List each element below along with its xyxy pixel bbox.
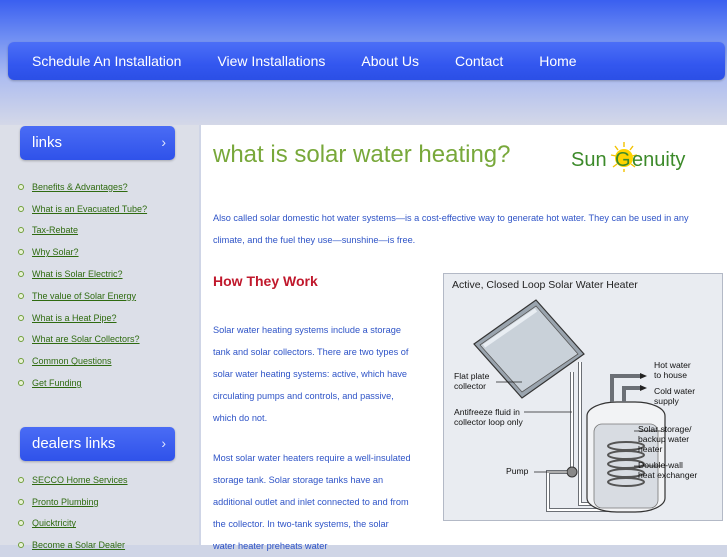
bullet-icon bbox=[18, 183, 24, 190]
logo-text-enuity: enuity bbox=[632, 149, 685, 171]
links-heading-label: links bbox=[32, 134, 63, 151]
sidebar-link-common-questions[interactable]: Common Questions bbox=[32, 356, 112, 366]
sidebar-link-heat-pipe[interactable]: What is a Heat Pipe? bbox=[32, 313, 117, 323]
how-it-works-paragraph-1: Solar water heating systems include a st… bbox=[213, 325, 409, 423]
list-item: What is a Heat Pipe? bbox=[18, 307, 147, 329]
bullet-icon bbox=[18, 542, 24, 549]
bullet-icon bbox=[18, 380, 24, 387]
chevron-right-icon: › bbox=[161, 435, 166, 451]
nav-about-us[interactable]: About Us bbox=[361, 53, 419, 69]
list-item: Get Funding bbox=[18, 372, 147, 394]
bullet-icon bbox=[18, 476, 24, 483]
sidebar-link-tax-rebate[interactable]: Tax-Rebate bbox=[32, 225, 78, 235]
bullet-icon bbox=[18, 249, 24, 256]
nav-view-installations[interactable]: View Installations bbox=[217, 53, 325, 69]
pump-icon bbox=[566, 466, 578, 478]
label-pump-text: Pump bbox=[506, 466, 529, 476]
sidebar-link-why-solar[interactable]: Why Solar? bbox=[32, 247, 79, 257]
list-item: Tax-Rebate bbox=[18, 220, 147, 242]
bullet-icon bbox=[18, 520, 24, 527]
bullet-icon bbox=[18, 336, 24, 343]
dealer-link-become-dealer[interactable]: Become a Solar Dealer bbox=[32, 540, 125, 550]
solar-heater-diagram: Active, Closed Loop Solar Water Heater F… bbox=[443, 273, 723, 521]
main-nav: Schedule An Installation View Installati… bbox=[8, 42, 725, 80]
label-flat-plate-text: Flat plate collector bbox=[454, 371, 490, 391]
how-they-work-heading: How They Work bbox=[213, 273, 318, 289]
label-cold-water: Cold water supply bbox=[654, 386, 695, 406]
sidebar-link-solar-electric[interactable]: What is Solar Electric? bbox=[32, 269, 123, 279]
bullet-icon bbox=[18, 292, 24, 299]
list-item: Pronto Plumbing bbox=[18, 491, 128, 513]
label-antifreeze-text: Antifreeze fluid in collector loop only bbox=[454, 407, 523, 427]
bullet-icon bbox=[18, 271, 24, 278]
label-exchanger: Double-wall heat exchanger bbox=[638, 460, 697, 480]
sungenuity-logo: Sun G enuity bbox=[571, 142, 685, 172]
label-flat-plate: Flat plate collector bbox=[454, 371, 489, 391]
nav-home[interactable]: Home bbox=[539, 53, 576, 69]
label-cold-water-text: Cold water supply bbox=[654, 386, 696, 406]
label-exchanger-text: Double-wall heat exchanger bbox=[638, 460, 698, 480]
label-hot-water: Hot water to house bbox=[654, 360, 691, 380]
main-content: what is solar water heating? Sun G enuit… bbox=[201, 125, 727, 551]
list-item: Benefits & Advantages? bbox=[18, 176, 147, 198]
intro-paragraph: Also called solar domestic hot water sys… bbox=[213, 213, 689, 245]
sidebar-link-evacuated-tube[interactable]: What is an Evacuated Tube? bbox=[32, 204, 147, 214]
label-antifreeze: Antifreeze fluid in collector loop only bbox=[454, 407, 523, 427]
sidebar-link-solar-collectors[interactable]: What are Solar Collectors? bbox=[32, 334, 140, 344]
sidebar-link-value-solar-energy[interactable]: The value of Solar Energy bbox=[32, 291, 136, 301]
dealer-link-secco[interactable]: SECCO Home Services bbox=[32, 475, 128, 485]
list-item: Why Solar? bbox=[18, 241, 147, 263]
sidebar-link-get-funding[interactable]: Get Funding bbox=[32, 378, 82, 388]
storage-tank-icon bbox=[586, 401, 666, 513]
chevron-right-icon: › bbox=[161, 134, 166, 150]
list-item: What is an Evacuated Tube? bbox=[18, 198, 147, 220]
label-pump: Pump bbox=[506, 466, 528, 476]
logo-text-sun: Sun bbox=[571, 149, 607, 171]
dealers-heading-label: dealers links bbox=[32, 435, 116, 452]
dealers-list: SECCO Home Services Pronto Plumbing Quic… bbox=[18, 469, 128, 556]
label-storage-text: Solar storage/ backup water heater bbox=[638, 424, 692, 454]
arrow-icons bbox=[640, 373, 647, 391]
how-it-works-paragraph-2: Most solar water heaters require a well-… bbox=[213, 453, 411, 551]
page-title: what is solar water heating? bbox=[213, 141, 511, 168]
list-item: What is Solar Electric? bbox=[18, 263, 147, 285]
list-item: Become a Solar Dealer bbox=[18, 534, 128, 556]
nav-contact[interactable]: Contact bbox=[455, 53, 503, 69]
logo-text-g: G bbox=[615, 149, 631, 171]
dealer-link-quicktricity[interactable]: Quicktricity bbox=[32, 518, 76, 528]
dealers-heading-button[interactable]: dealers links › bbox=[20, 427, 175, 461]
bullet-icon bbox=[18, 227, 24, 234]
bullet-icon bbox=[18, 205, 24, 212]
label-hot-water-text: Hot water to house bbox=[654, 360, 691, 380]
links-list: Benefits & Advantages? What is an Evacua… bbox=[18, 176, 147, 394]
list-item: Common Questions bbox=[18, 350, 147, 372]
sidebar-link-benefits[interactable]: Benefits & Advantages? bbox=[32, 182, 128, 192]
nav-schedule-installation[interactable]: Schedule An Installation bbox=[32, 53, 181, 69]
bullet-icon bbox=[18, 358, 24, 365]
list-item: The value of Solar Energy bbox=[18, 285, 147, 307]
bullet-icon bbox=[18, 314, 24, 321]
sidebar: links › Benefits & Advantages? What is a… bbox=[0, 125, 199, 550]
list-item: Quicktricity bbox=[18, 513, 128, 535]
list-item: SECCO Home Services bbox=[18, 469, 128, 491]
flat-plate-collector-icon bbox=[473, 299, 585, 399]
bullet-icon bbox=[18, 498, 24, 505]
list-item: What are Solar Collectors? bbox=[18, 329, 147, 351]
label-storage: Solar storage/ backup water heater bbox=[638, 424, 692, 454]
dealer-link-pronto[interactable]: Pronto Plumbing bbox=[32, 497, 99, 507]
links-heading-button[interactable]: links › bbox=[20, 126, 175, 160]
